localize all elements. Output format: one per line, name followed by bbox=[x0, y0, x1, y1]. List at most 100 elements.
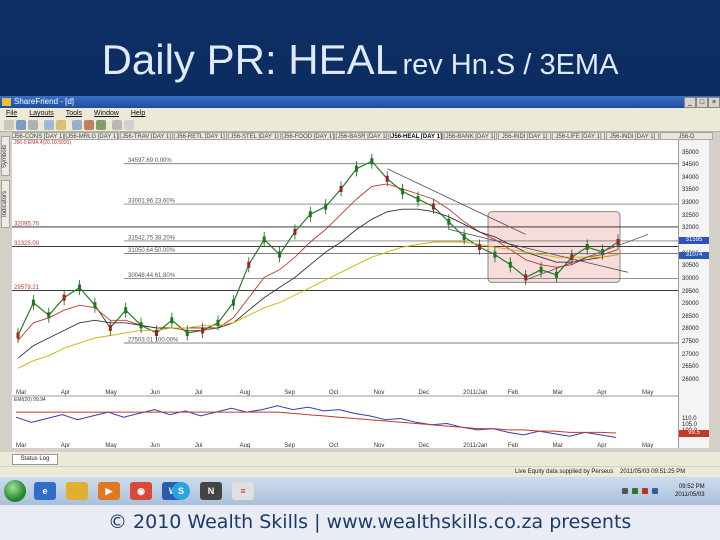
candle-body bbox=[278, 251, 282, 258]
x-tick-label: Mar bbox=[553, 390, 563, 396]
help-icon[interactable] bbox=[124, 120, 134, 130]
side-tab-indicators[interactable]: Indicators bbox=[1, 180, 10, 228]
x-tick-label: Sep bbox=[284, 443, 295, 448]
tab-11[interactable]: J56-INDI [DAY 1] bbox=[606, 132, 659, 140]
y-tick-label: 34500 bbox=[682, 162, 699, 169]
candle-body bbox=[493, 251, 497, 258]
candle-body bbox=[185, 329, 189, 336]
x-tick-label: 2011/Jan bbox=[463, 390, 487, 396]
start-orb-icon[interactable] bbox=[4, 480, 26, 502]
open-icon[interactable] bbox=[16, 120, 26, 130]
fib-label: 31542.75 38.20% bbox=[128, 235, 176, 241]
candle-body bbox=[93, 302, 97, 309]
fib-label: 29579.21 bbox=[14, 285, 40, 291]
indicator-y-tick: 110.0 bbox=[682, 415, 697, 422]
x-tick-label: Nov bbox=[374, 390, 385, 396]
y-tick-label: 33500 bbox=[682, 187, 699, 194]
tab-7[interactable]: J56-HEAL [DAY 1] bbox=[390, 132, 443, 140]
file-viewer-icon[interactable]: ≡ bbox=[232, 482, 254, 500]
x-tick-label: Mar bbox=[553, 443, 563, 448]
y-tick-label: 34000 bbox=[682, 174, 699, 181]
tray-network-icon[interactable] bbox=[632, 488, 638, 494]
side-tab-symbols[interactable]: Symbols bbox=[1, 136, 10, 176]
tray-security-icon[interactable] bbox=[642, 488, 648, 494]
tab-0[interactable]: J56-CONS [DAY 1] bbox=[12, 132, 65, 140]
cursor-icon[interactable] bbox=[72, 120, 82, 130]
menu-file[interactable]: File bbox=[6, 110, 17, 117]
fib-label: 34597.69 0.00% bbox=[128, 158, 172, 164]
news-app-icon[interactable]: N bbox=[200, 482, 222, 500]
tray-arrow-icon[interactable] bbox=[622, 488, 628, 494]
y-tick-label: 32000 bbox=[682, 225, 699, 232]
chart-area[interactable]: 34597.69 0.00% 33001.96 23.60% 32095.70 313… bbox=[12, 140, 678, 449]
candle-body bbox=[31, 299, 35, 306]
skype-icon[interactable]: S bbox=[172, 482, 190, 500]
maximize-button[interactable]: □ bbox=[696, 97, 708, 108]
candle-body bbox=[385, 175, 389, 182]
price-tag: 31074 bbox=[679, 251, 709, 259]
menu-help[interactable]: Help bbox=[131, 110, 145, 117]
candle-body bbox=[447, 218, 451, 225]
window-titlebar[interactable]: ShareFriend - [d] _ □ × bbox=[0, 96, 720, 108]
x-tick-label: Jun bbox=[150, 390, 160, 396]
tab-6[interactable]: J56-BASR [DAY 1] bbox=[336, 132, 389, 140]
x-tick-label: Sep bbox=[284, 390, 295, 396]
chart-svg[interactable]: 34597.69 0.00% 33001.96 23.60% 32095.70 313… bbox=[12, 140, 678, 449]
menu-window[interactable]: Window bbox=[94, 110, 119, 117]
fib-label: 31325.00 bbox=[14, 241, 40, 247]
internet-explorer-icon[interactable]: e bbox=[34, 482, 56, 500]
status-log-tab[interactable]: Status Log bbox=[12, 454, 58, 465]
menu-layouts[interactable]: Layouts bbox=[29, 110, 54, 117]
x-tick-label: Jul bbox=[195, 390, 203, 396]
indicator-y-tick: 105.0 bbox=[682, 422, 698, 429]
candle-body bbox=[262, 236, 266, 243]
status-timestamp: 2011/05/03 09:51:25 PM bbox=[620, 469, 686, 475]
line-tool-icon[interactable] bbox=[84, 120, 94, 130]
tray-volume-icon[interactable] bbox=[652, 488, 658, 494]
x-tick-label: May bbox=[105, 443, 116, 448]
tab-5[interactable]: J56-FOOD [DAY 1] bbox=[282, 132, 335, 140]
fib-tool-icon[interactable] bbox=[96, 120, 106, 130]
save-icon[interactable] bbox=[28, 120, 38, 130]
new-chart-icon[interactable] bbox=[4, 120, 14, 130]
tab-12[interactable]: J56-D bbox=[660, 132, 713, 140]
minimize-button[interactable]: _ bbox=[684, 97, 696, 108]
highlight-box bbox=[487, 211, 621, 283]
tab-4[interactable]: J56-STEL [DAY 1] bbox=[228, 132, 281, 140]
candle-body bbox=[231, 299, 235, 306]
y-tick-label: 27500 bbox=[682, 339, 699, 346]
slide-title: Daily PR: HEAL rev Hn.S / 3EMA bbox=[0, 36, 720, 84]
tab-9[interactable]: J56-INDI [DAY 1] bbox=[498, 132, 551, 140]
status-panel: Status Log bbox=[0, 452, 720, 466]
candle-body bbox=[354, 165, 358, 172]
candle-body bbox=[339, 185, 343, 192]
candle-body bbox=[170, 317, 174, 324]
taskbar-clock[interactable]: 09:52 PM 2011/05/03 bbox=[675, 483, 705, 499]
menu-tools[interactable]: Tools bbox=[66, 110, 82, 117]
tab-1[interactable]: J56-MRLG [DAY 1] bbox=[66, 132, 119, 140]
footer-text: © 2010 Wealth Skills | www.wealthskills.… bbox=[108, 511, 632, 533]
x-tick-label: Oct bbox=[329, 390, 339, 396]
close-button[interactable]: × bbox=[708, 97, 720, 108]
indicator-last-value: 99.5 bbox=[679, 430, 709, 438]
x-tick-label: Oct bbox=[329, 443, 339, 448]
chart-bg bbox=[12, 140, 678, 448]
zoom-icon[interactable] bbox=[56, 120, 66, 130]
clock-date: 2011/05/03 bbox=[675, 492, 705, 498]
chrome-icon[interactable]: ◉ bbox=[130, 482, 152, 500]
x-tick-label: 2011/Jan bbox=[463, 443, 487, 448]
side-tabs: Symbols Indicators bbox=[0, 132, 11, 442]
explorer-folder-icon[interactable] bbox=[66, 482, 88, 500]
price-tag: 31595 bbox=[679, 236, 709, 244]
y-tick-label: 30500 bbox=[682, 263, 699, 270]
y-tick-label: 30000 bbox=[682, 275, 699, 282]
candle-body bbox=[478, 244, 482, 251]
tab-3[interactable]: J56-RETL [DAY 1] bbox=[174, 132, 227, 140]
print-icon[interactable] bbox=[44, 120, 54, 130]
tab-10[interactable]: J56-LIFE [DAY 1] bbox=[552, 132, 605, 140]
settings-icon[interactable] bbox=[112, 120, 122, 130]
price-axis: 3500034500340003350033000325003200031500… bbox=[678, 140, 709, 448]
tab-2[interactable]: J56-TRAV [DAY 1] bbox=[120, 132, 173, 140]
media-player-icon[interactable]: ▶ bbox=[98, 482, 120, 500]
tab-8[interactable]: J56-BANK [DAY 1] bbox=[444, 132, 497, 140]
